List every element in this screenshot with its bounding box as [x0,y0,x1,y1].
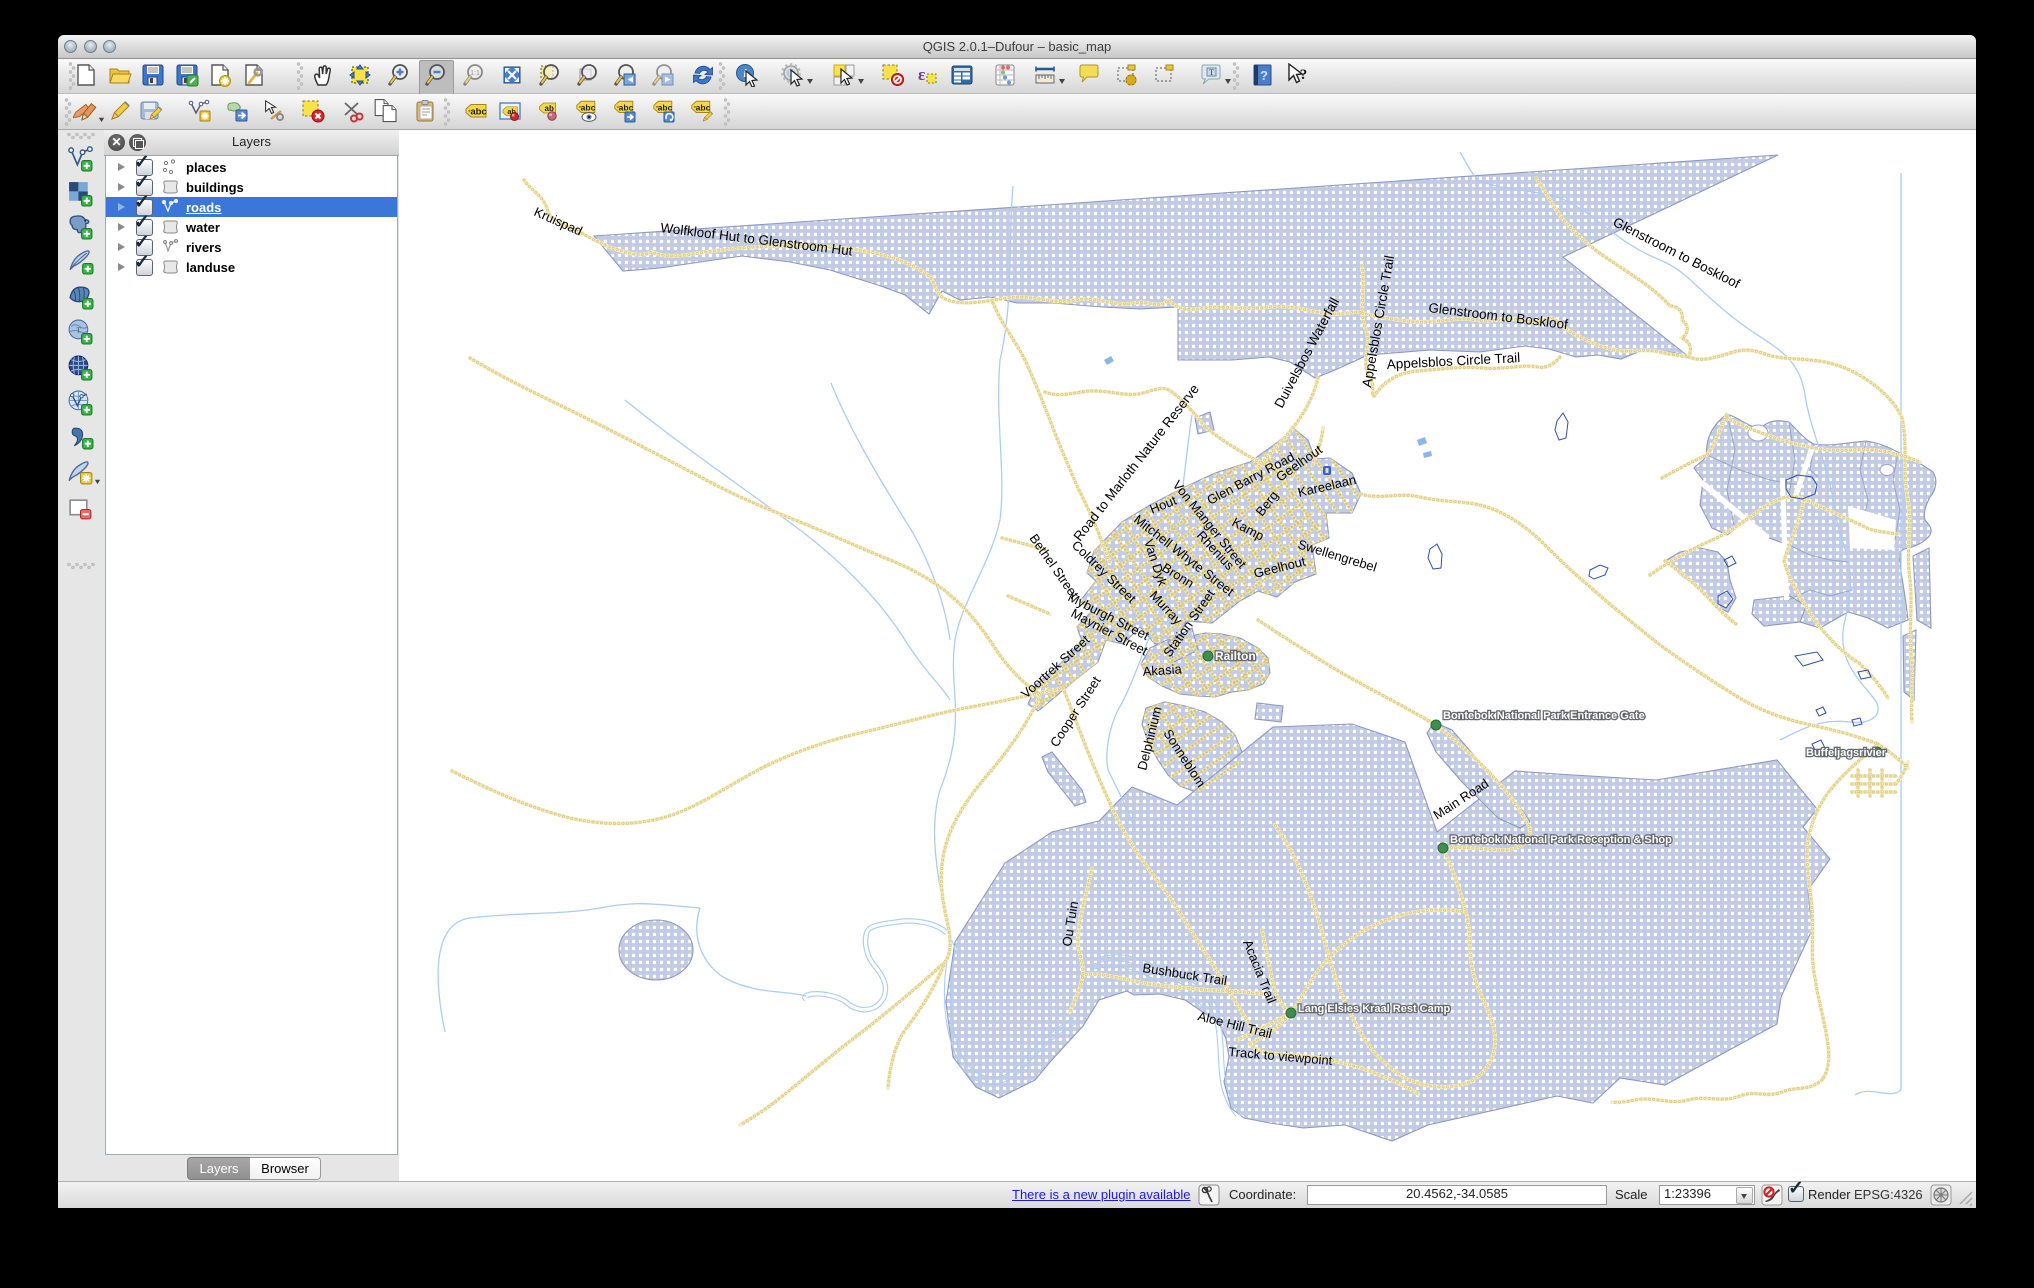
svg-text:Lang Elsies Kraal Rest Camp: Lang Elsies Kraal Rest Camp [1298,1003,1451,1015]
svg-text:Buffeljagsrivier: Buffeljagsrivier [1806,747,1887,759]
svg-text:Bontebok National Park Recepti: Bontebok National Park Reception & Shop [1450,834,1672,846]
svg-text:Bontebok National Park Entranc: Bontebok National Park Entrance Gate [1443,710,1645,722]
svg-text:Railton: Railton [1215,649,1256,663]
svg-text:Akasia: Akasia [1142,661,1183,679]
